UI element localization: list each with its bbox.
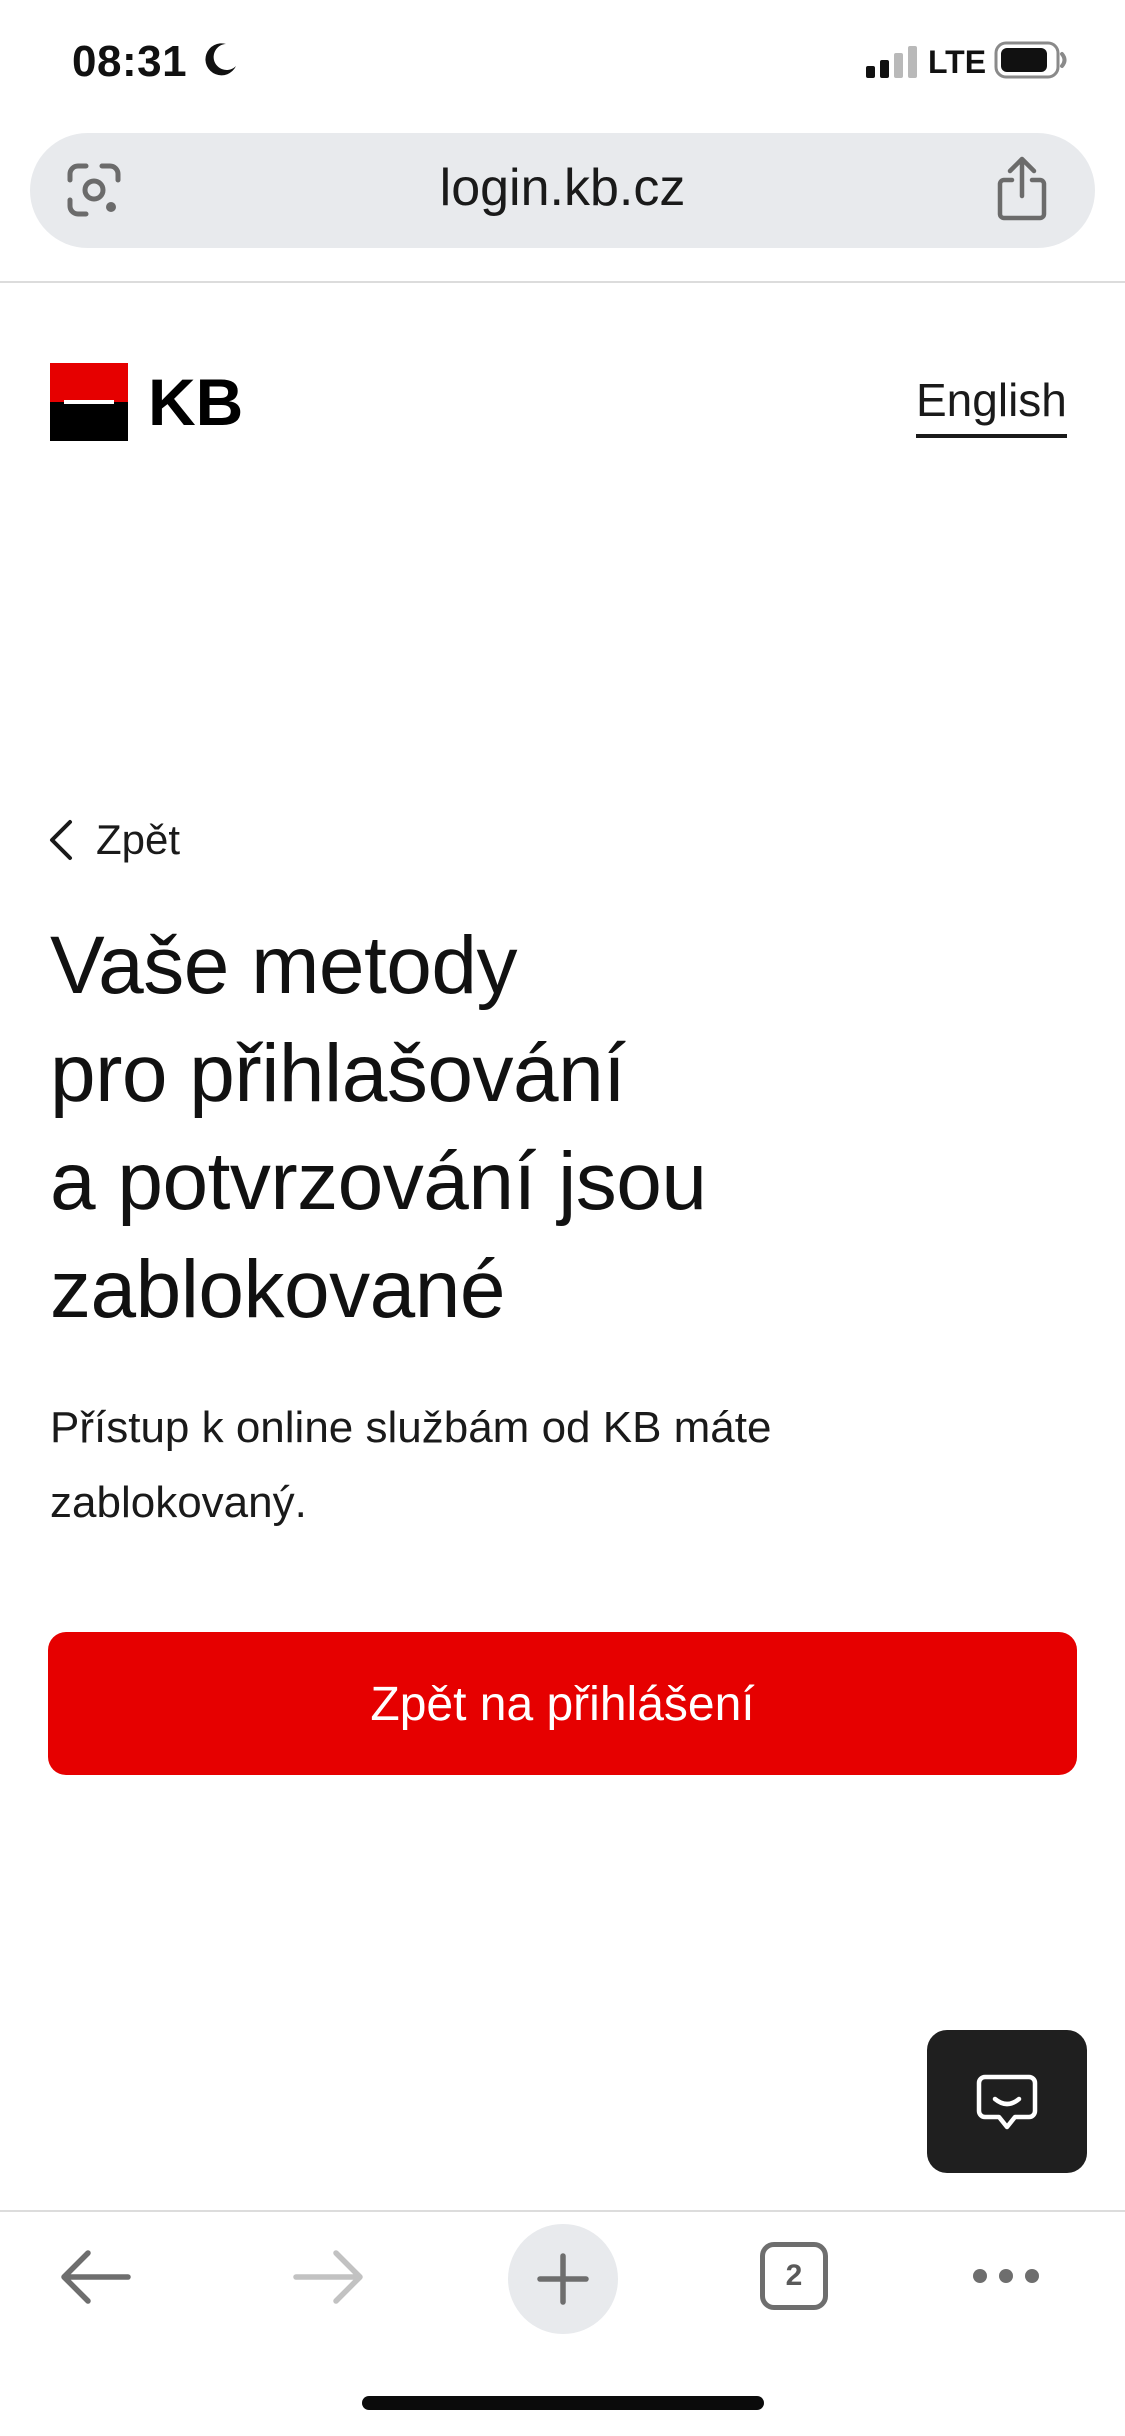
status-time: 08:31: [72, 37, 188, 86]
language-switch-link[interactable]: English: [916, 368, 1067, 438]
more-options-icon[interactable]: [970, 2262, 1042, 2290]
back-to-login-button[interactable]: Zpět na přihlášení: [48, 1632, 1077, 1775]
title-line: pro přihlašování: [50, 1028, 626, 1119]
svg-text:KB: KB: [148, 365, 243, 439]
share-icon[interactable]: [994, 156, 1050, 222]
chevron-left-icon: [50, 820, 72, 860]
blocked-description: Přístup k online službám od KB máte zabl…: [50, 1403, 772, 1527]
toolbar-divider: [0, 281, 1125, 283]
page-title: Vaše metody pro přihlašování a potvrzová…: [50, 912, 1070, 1344]
network-type: LTE: [928, 44, 987, 80]
title-line: a potvrzování jsou: [50, 1136, 707, 1227]
battery-icon: [994, 41, 1067, 79]
plus-icon: [537, 2253, 589, 2305]
url-text[interactable]: login.kb.cz: [0, 150, 1125, 226]
back-link-label: Zpět: [96, 816, 181, 863]
moon-icon: [205, 43, 236, 76]
back-link[interactable]: Zpět: [46, 810, 180, 870]
browser-back-icon[interactable]: [58, 2248, 132, 2306]
signal-strength-icon: [866, 46, 917, 78]
browser-forward-icon[interactable]: [292, 2248, 366, 2306]
chat-icon: [976, 2074, 1038, 2129]
home-indicator: [362, 2396, 764, 2410]
chat-button[interactable]: [927, 2030, 1087, 2173]
bottom-toolbar-divider: [0, 2210, 1125, 2212]
tab-switcher-button[interactable]: 2: [760, 2242, 828, 2310]
title-line: zablokované: [50, 1244, 505, 1335]
new-tab-button[interactable]: [508, 2224, 618, 2334]
title-line: Vaše metody: [50, 920, 518, 1011]
kb-logo[interactable]: KB: [50, 363, 252, 441]
